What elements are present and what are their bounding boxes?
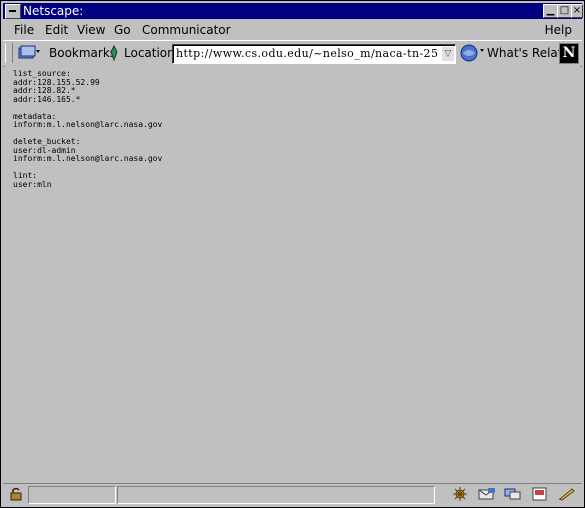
location-toolbar: Bookmarks Location: http://www.cs.odu.ed… [3, 40, 582, 67]
composer-icon[interactable] [531, 487, 547, 501]
url-input[interactable]: http://www.cs.odu.edu/~nelso_m/naca-tn-2… [172, 44, 456, 64]
status-progress-field [28, 486, 116, 504]
mail-icon[interactable] [478, 487, 495, 501]
minimize-button[interactable]: ▁ [543, 4, 558, 18]
browser-window: Netscape: ▁ □ × File Edit View Go Commun… [0, 0, 585, 508]
discussions-icon[interactable] [504, 487, 521, 501]
close-icon: × [572, 5, 582, 16]
bookmarks-icon[interactable] [17, 44, 41, 66]
whats-related-icon[interactable] [459, 43, 485, 67]
status-bar [3, 483, 582, 506]
menu-bar: File Edit View Go Communicator Help [3, 20, 582, 40]
menu-help[interactable]: Help [545, 23, 572, 37]
menu-edit[interactable]: Edit [45, 23, 68, 37]
page-content: list_source: addr:128.155.52.99 addr:128… [5, 65, 580, 483]
status-message-field [117, 486, 435, 504]
netscape-logo-icon[interactable]: N [559, 43, 579, 64]
menu-communicator[interactable]: Communicator [142, 23, 231, 37]
url-dropdown-icon[interactable]: ▽ [442, 47, 454, 61]
window-menu-icon[interactable] [5, 4, 21, 19]
security-lock-icon[interactable] [8, 487, 24, 501]
maximize-icon: □ [559, 5, 570, 16]
navigator-icon[interactable] [558, 487, 575, 501]
window-title: Netscape: [23, 4, 84, 18]
bookmarks-button[interactable]: Bookmarks [49, 46, 116, 60]
url-text: http://www.cs.odu.edu/~nelso_m/naca-tn-2… [176, 47, 438, 60]
menu-view[interactable]: View [77, 23, 105, 37]
menu-file[interactable]: File [14, 23, 34, 37]
minimize-icon: ▁ [546, 5, 555, 16]
location-icon [107, 44, 121, 66]
close-button[interactable]: × [571, 4, 583, 18]
toolbar-grip[interactable] [5, 43, 13, 63]
location-label: Location: [124, 46, 179, 60]
maximize-button[interactable]: □ [557, 4, 572, 18]
title-bar: Netscape: ▁ □ × [3, 3, 583, 19]
page-text: list_source: addr:128.155.52.99 addr:128… [13, 69, 163, 189]
activity-icon [452, 487, 468, 501]
menu-go[interactable]: Go [114, 23, 131, 37]
